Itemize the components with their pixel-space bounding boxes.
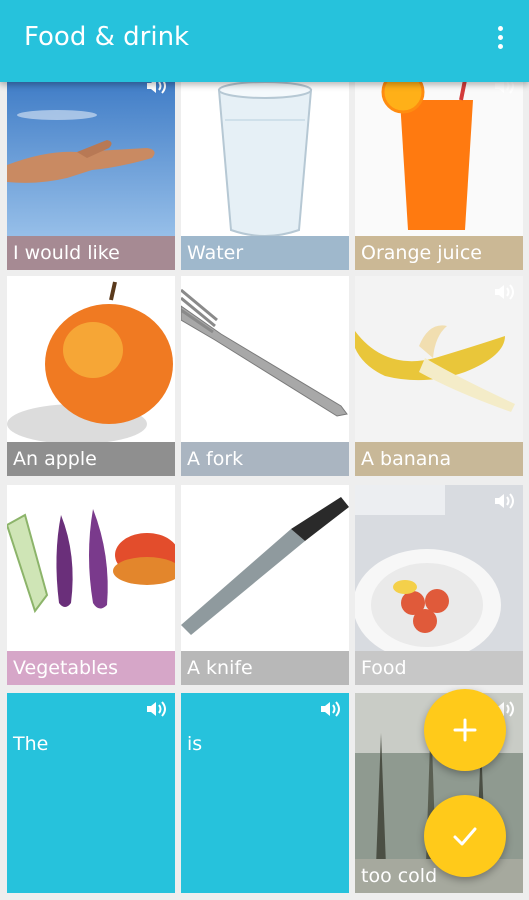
- tile-a-fork[interactable]: A fork: [181, 276, 349, 476]
- tile-label: A knife: [181, 651, 349, 685]
- tile-word: The: [13, 733, 49, 755]
- tile-orange-juice[interactable]: Orange juice: [355, 70, 523, 270]
- add-button[interactable]: [424, 689, 506, 771]
- speaker-icon[interactable]: [493, 491, 517, 511]
- tile-label: An apple: [7, 442, 175, 476]
- tile-label: I would like: [7, 236, 175, 270]
- tile-label: A banana: [355, 442, 523, 476]
- tile-water[interactable]: Water: [181, 70, 349, 270]
- tile-label: Food: [355, 651, 523, 685]
- tile-label: A fork: [181, 442, 349, 476]
- speaker-icon[interactable]: [145, 491, 169, 511]
- tile-label: Water: [181, 236, 349, 270]
- speaker-icon[interactable]: [493, 282, 517, 302]
- speaker-icon[interactable]: [319, 699, 343, 719]
- check-icon: [453, 827, 477, 846]
- tile-a-banana[interactable]: A banana: [355, 276, 523, 476]
- tile-an-apple[interactable]: An apple: [7, 276, 175, 476]
- tile-a-knife[interactable]: A knife: [181, 485, 349, 685]
- tile-is[interactable]: is: [181, 693, 349, 893]
- tile-the[interactable]: The: [7, 693, 175, 893]
- tile-vegetables[interactable]: Vegetables: [7, 485, 175, 685]
- plus-icon: [453, 718, 477, 742]
- tile-word: is: [187, 733, 203, 755]
- tile-label: Vegetables: [7, 651, 175, 685]
- tile-food[interactable]: Food: [355, 485, 523, 685]
- tile-i-would-like[interactable]: I would like: [7, 70, 175, 270]
- tile-label: Orange juice: [355, 236, 523, 270]
- app-bar: Food & drink: [0, 0, 529, 82]
- speaker-icon[interactable]: [145, 699, 169, 719]
- done-button[interactable]: [424, 795, 506, 877]
- more-vert-icon[interactable]: [493, 26, 507, 54]
- page-title: Food & drink: [24, 22, 190, 52]
